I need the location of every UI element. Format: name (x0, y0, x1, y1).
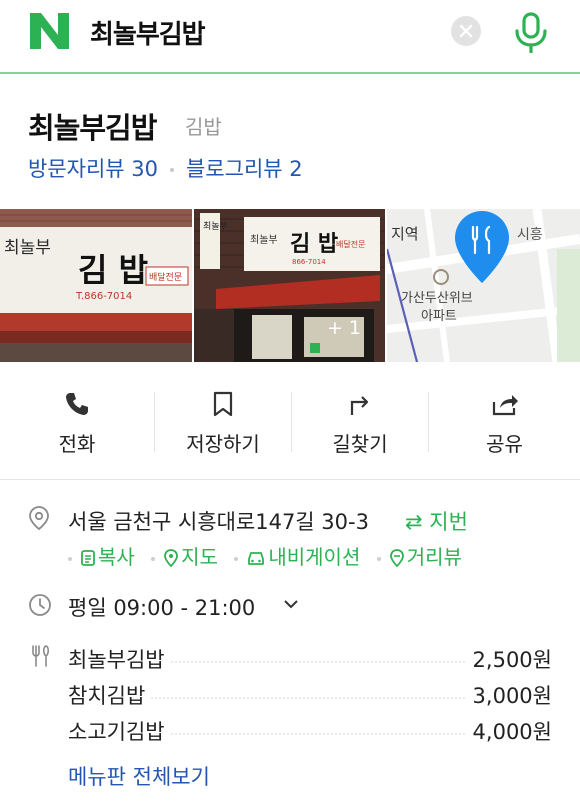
separator-dot (170, 168, 174, 172)
separator-dot (68, 556, 72, 561)
navigation-label: 내비게이션 (268, 545, 361, 569)
separator-dot (151, 556, 156, 561)
map-pin-icon (164, 549, 179, 568)
phone-icon (66, 393, 88, 415)
naver-logo-icon[interactable] (30, 13, 70, 49)
sign2-main-text: 김 밥 (290, 231, 338, 257)
address-text: 서울 금천구 시흥대로147길 30-3 (68, 510, 369, 534)
blog-review-link[interactable]: 블로그리뷰 2 (186, 157, 303, 181)
action-label: 공유 (486, 432, 523, 456)
map-label-station: 지역 (391, 225, 419, 243)
bookmark-icon (213, 391, 233, 417)
menu-item-name: 최놀부김밥 (68, 644, 171, 674)
action-label: 전화 (58, 432, 96, 456)
car-icon (248, 552, 265, 565)
place-title: 최놀부김밥 (28, 111, 157, 145)
map-label: 지도 (181, 545, 218, 569)
location-pin-icon (29, 506, 49, 531)
directions-button[interactable]: 길찾기 (292, 362, 428, 480)
call-button[interactable]: 전화 (0, 362, 154, 480)
menu-item: 참치김밥 3,000원 (68, 680, 552, 710)
clock-icon (29, 594, 51, 616)
search-bar: 최놀부김밥 (0, 0, 580, 74)
menu-item: 소고기김밥 4,000원 (68, 716, 552, 746)
clear-search-button[interactable] (451, 16, 481, 46)
more-photos-count: + 1 (326, 317, 361, 339)
menu-item-price: 2,500원 (466, 644, 552, 674)
action-label: 저장하기 (186, 432, 260, 456)
photo-storefront-2[interactable]: 최놀부 최놀부 김 밥 배달전문 866-7014 + 1 (194, 209, 385, 362)
map-label-road: 시흥 (517, 227, 543, 243)
sign-top-text: 최놀부 (4, 238, 51, 258)
map-link[interactable]: 지도 (151, 541, 218, 570)
map-thumbnail[interactable]: 지역 시흥 가산두산위브 아파트 (387, 209, 580, 362)
sign-main-text: 김 밥 (78, 251, 148, 289)
map-label-apartment-2: 아파트 (421, 309, 457, 324)
separator-dot (234, 556, 239, 561)
sign-tag-text: 배달전문 (149, 271, 182, 283)
directions-icon (350, 396, 369, 415)
copy-icon (81, 550, 95, 566)
menu-item-price: 3,000원 (466, 680, 552, 710)
visitor-review-link[interactable]: 방문자리뷰 30 (28, 157, 158, 181)
review-links: 방문자리뷰 30 블로그리뷰 2 (28, 153, 303, 183)
microphone-icon (515, 12, 547, 54)
sign2-phone-text: 866-7014 (292, 258, 326, 266)
action-bar: 전화 저장하기 길찾기 공유 (0, 362, 580, 480)
menu-item-name: 참치김밥 (68, 680, 152, 710)
view-full-menu-link[interactable]: 메뉴판 전체보기 (68, 761, 210, 791)
save-button[interactable]: 저장하기 (155, 362, 291, 480)
separator-dot (376, 556, 381, 561)
address-links: 복사 지도 내비게이션 거리뷰 (68, 541, 472, 569)
share-button[interactable]: 공유 (429, 362, 580, 480)
map-label-apartment-1: 가산두산위브 (401, 291, 473, 306)
voice-search-button[interactable] (512, 11, 550, 54)
streetview-link[interactable]: 거리뷰 (376, 541, 462, 570)
photo-strip: 최놀부 김 밥 T.866-7014 배달전문 최놀부 최놀부 김 밥 배달전문… (0, 209, 580, 362)
jibun-toggle-button[interactable]: ⇄ 지번 (405, 506, 468, 536)
chevron-down-icon[interactable] (283, 598, 299, 610)
place-category: 김밥 (185, 115, 222, 139)
share-icon (492, 395, 518, 416)
action-label: 길찾기 (332, 432, 388, 456)
copy-label: 복사 (98, 545, 135, 569)
menu-item-price: 4,000원 (466, 716, 552, 746)
sign-phone-text: T.866-7014 (75, 291, 132, 302)
business-hours[interactable]: 평일 09:00 - 21:00 (68, 592, 255, 622)
vertical-sign-text: 최놀부 (203, 221, 228, 232)
close-icon (459, 24, 473, 38)
sign2-tag-text: 배달전문 (336, 239, 365, 249)
search-input[interactable]: 최놀부김밥 (90, 14, 206, 51)
copy-address-button[interactable]: 복사 (68, 541, 135, 570)
photo-storefront-1[interactable]: 최놀부 김 밥 T.866-7014 배달전문 (0, 209, 192, 362)
fork-spoon-icon (32, 645, 50, 667)
menu-item: 최놀부김밥 2,500원 (68, 644, 552, 674)
menu-item-name: 소고기김밥 (68, 716, 171, 746)
streetview-label: 거리뷰 (406, 545, 462, 569)
streetview-icon (389, 549, 404, 568)
sign2-small-text: 최놀부 (250, 234, 278, 246)
navigation-link[interactable]: 내비게이션 (234, 541, 360, 570)
